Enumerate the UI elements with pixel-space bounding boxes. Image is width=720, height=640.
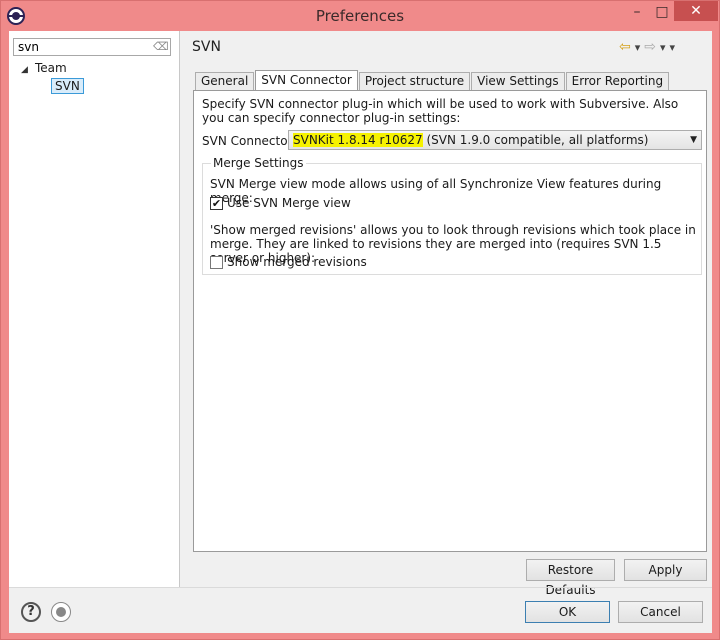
filter-input[interactable]	[13, 38, 171, 56]
show-merged-checkbox[interactable]	[210, 256, 223, 269]
expand-arrow-icon[interactable]: ◢	[21, 65, 28, 75]
connector-select[interactable]: SVNKit 1.8.14 r10627 (SVN 1.9.0 compatib…	[288, 130, 702, 150]
back-arrow-icon[interactable]: ⇦	[619, 39, 631, 55]
tab-svn-connector[interactable]: SVN Connector	[255, 70, 358, 91]
merge-settings-group: Merge Settings SVN Merge view mode allow…	[202, 156, 702, 275]
connector-selected-highlight: SVNKit 1.8.14 r10627	[293, 133, 423, 147]
dialog-client-area: ⌫ ◢ Team SVN SVN ⇦ ▾ ⇨ ▾ ▾ General SVN C…	[9, 31, 712, 633]
merge-settings-title: Merge Settings	[211, 156, 306, 170]
tab-general[interactable]: General	[195, 72, 255, 91]
button-bar-separator	[9, 587, 712, 588]
navigation-controls: ⇦ ▾ ⇨ ▾ ▾	[619, 39, 675, 55]
help-icon[interactable]: ?	[21, 602, 41, 622]
minimize-button[interactable]: –	[624, 1, 650, 23]
ok-button[interactable]: OK	[525, 601, 610, 623]
close-button[interactable]: ✕	[674, 1, 718, 21]
apply-button[interactable]: Apply	[624, 559, 707, 581]
use-svn-merge-label[interactable]: Use SVN Merge view	[227, 196, 351, 210]
forward-arrow-icon[interactable]: ⇨	[644, 39, 656, 55]
svn-connector-panel: Specify SVN connector plug-in which will…	[193, 90, 707, 552]
connector-label: SVN Connector:	[202, 134, 297, 148]
restore-defaults-button[interactable]: Restore Defaults	[526, 559, 615, 597]
back-menu-chevron-icon[interactable]: ▾	[635, 41, 641, 54]
tab-project-structure[interactable]: Project structure	[358, 72, 471, 91]
record-icon[interactable]	[51, 602, 71, 622]
connector-selected-rest: (SVN 1.9.0 compatible, all platforms)	[422, 133, 649, 147]
page-title: SVN	[192, 39, 221, 55]
chevron-down-icon[interactable]: ▼	[690, 131, 697, 149]
preferences-window: Preferences – □ ✕ ⌫ ◢ Team SVN SVN ⇦ ▾ ⇨…	[0, 0, 720, 640]
clear-filter-icon[interactable]: ⌫	[153, 40, 169, 54]
tab-error-reporting[interactable]: Error Reporting	[565, 72, 670, 91]
forward-menu-chevron-icon[interactable]: ▾	[660, 41, 666, 54]
tree-item-svn[interactable]: SVN	[51, 78, 84, 94]
tab-view-settings[interactable]: View Settings	[471, 72, 565, 91]
use-svn-merge-checkbox[interactable]: ✔	[210, 197, 223, 210]
title-bar: Preferences – □ ✕	[1, 1, 719, 31]
maximize-button[interactable]: □	[650, 1, 674, 23]
preference-tree-pane: ⌫ ◢ Team SVN	[9, 31, 180, 587]
connector-description: Specify SVN connector plug-in which will…	[202, 97, 679, 125]
tree-item-team[interactable]: Team	[35, 61, 67, 75]
window-title: Preferences	[315, 7, 405, 25]
cancel-button[interactable]: Cancel	[618, 601, 703, 623]
view-menu-icon[interactable]: ▾	[670, 41, 676, 54]
tab-bar: General SVN Connector Project structure …	[195, 70, 670, 91]
show-merged-label[interactable]: Show merged revisions	[227, 255, 367, 269]
